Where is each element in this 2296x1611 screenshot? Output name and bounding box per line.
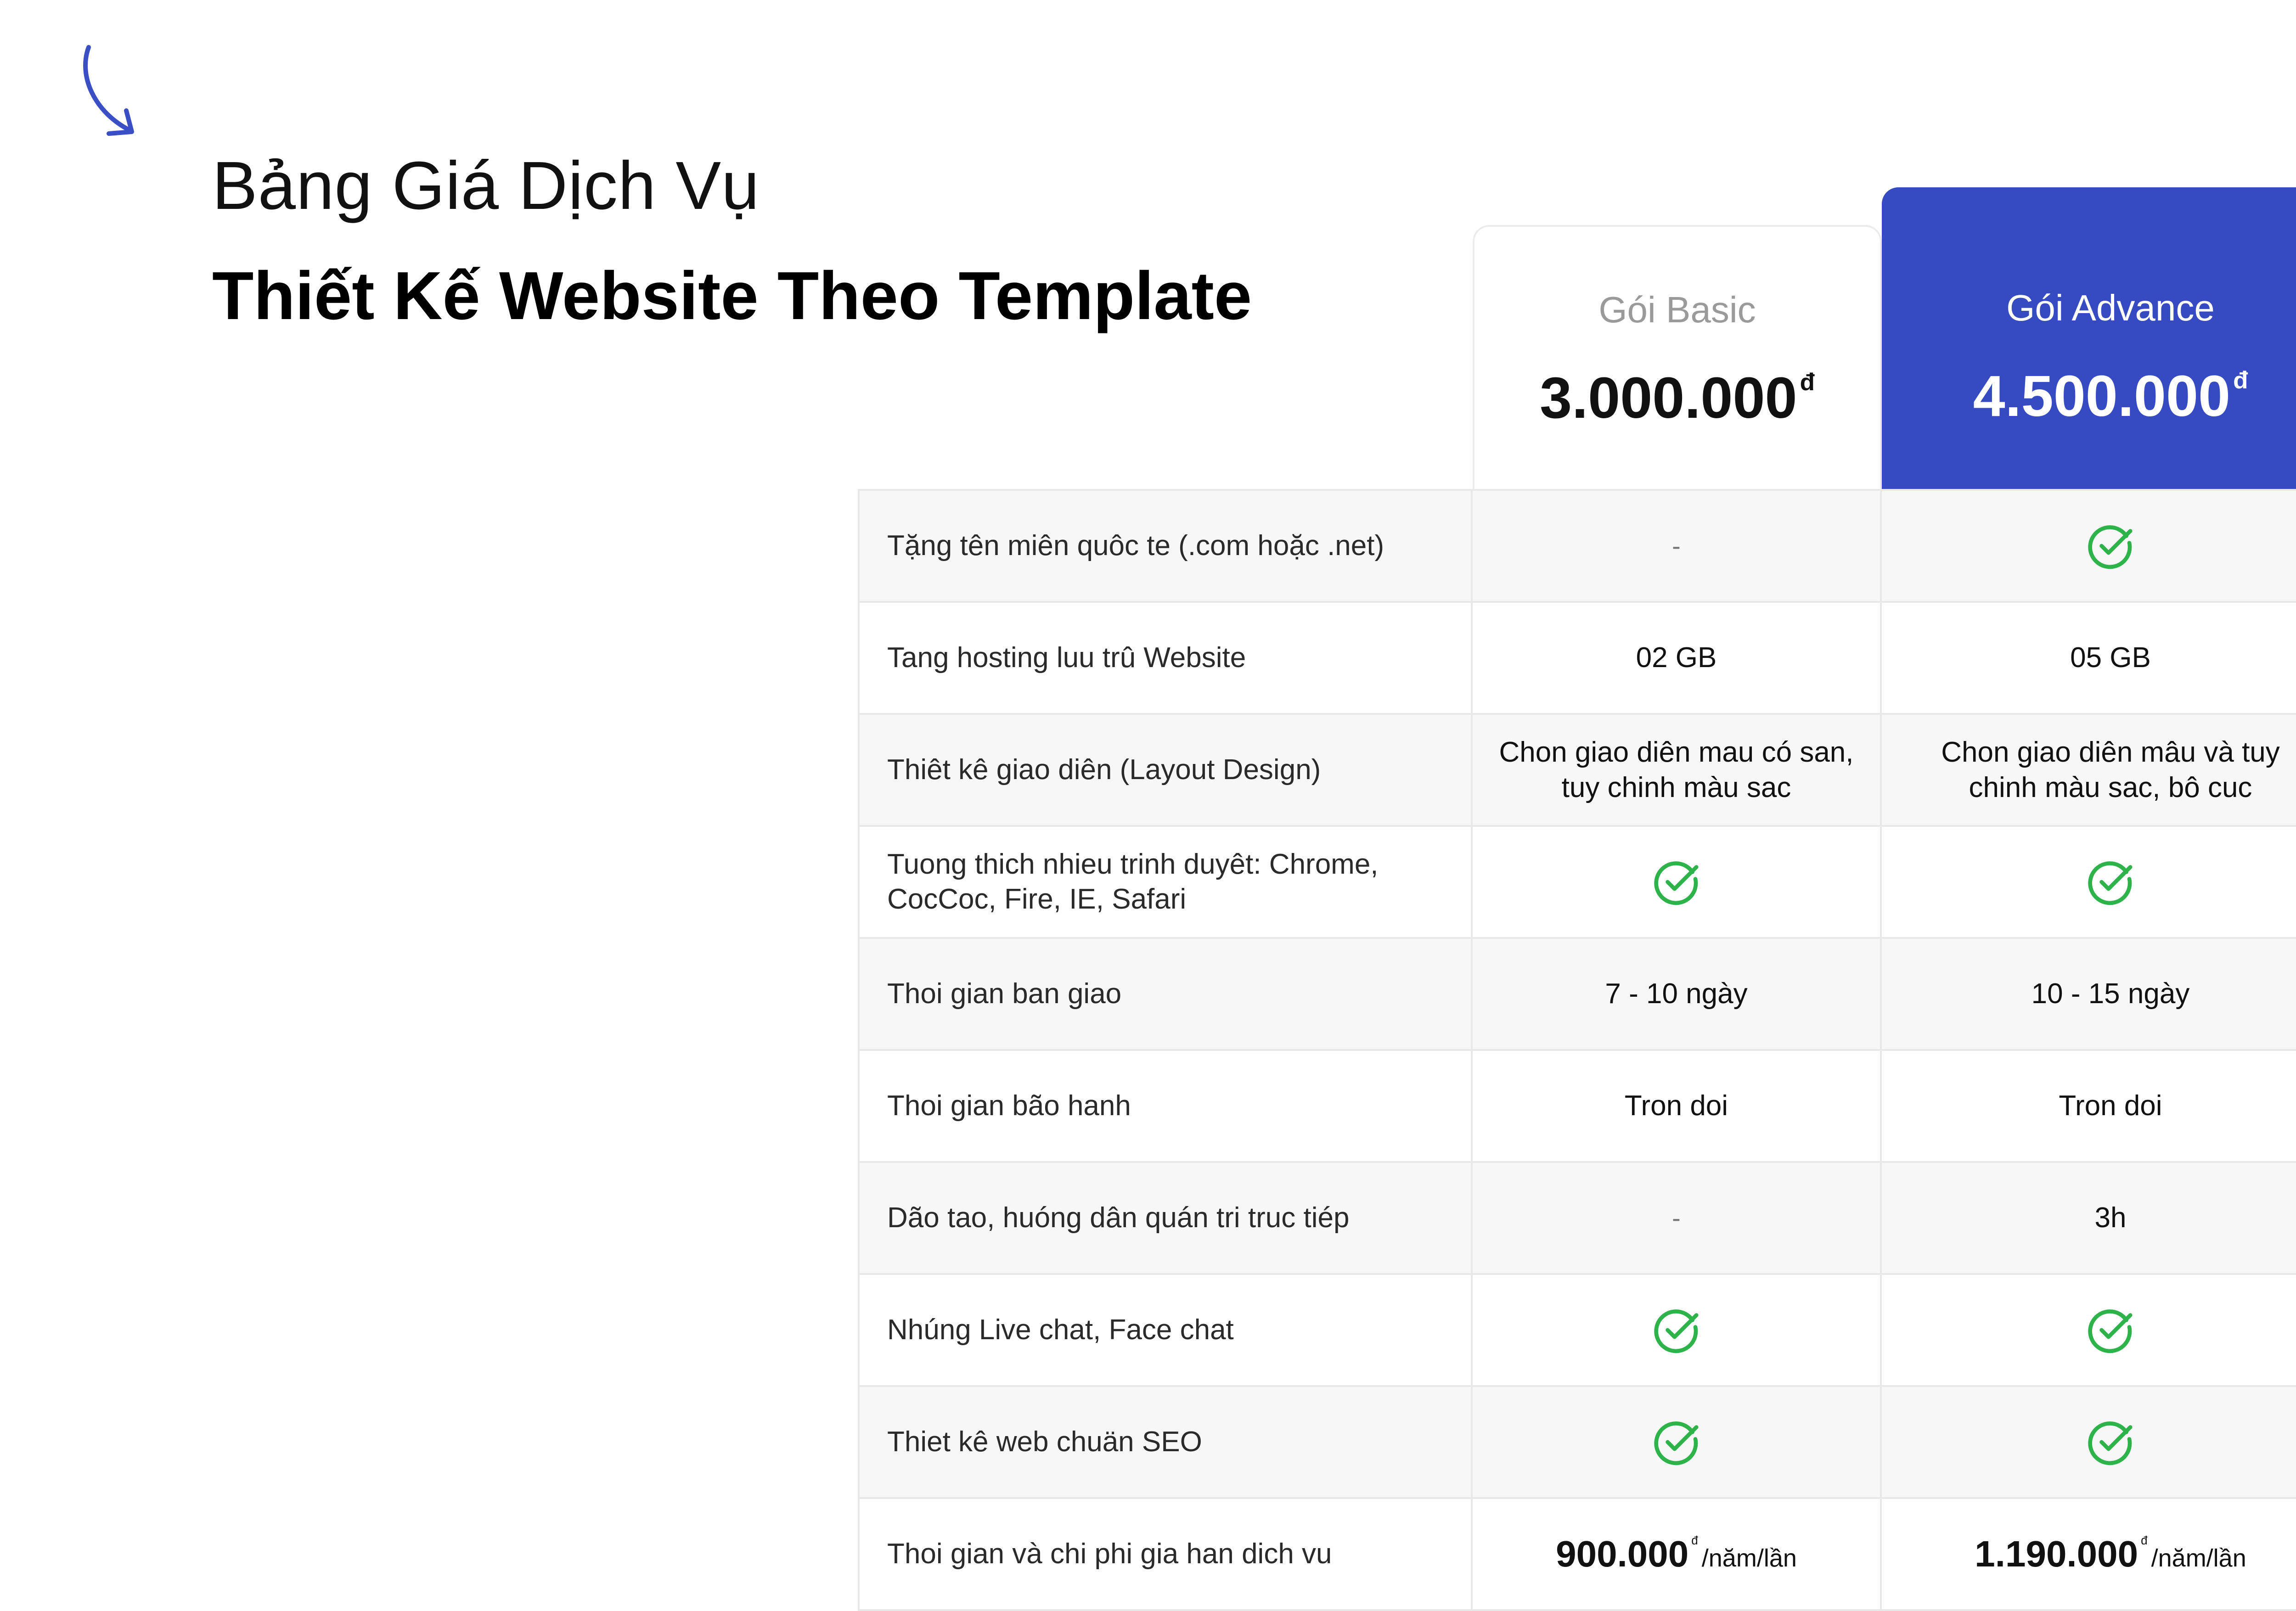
table-row: Tặng tên miên quôc te (.com hoặc .net) - [860,491,2296,603]
check-icon [2088,1421,2133,1465]
page-title-line1: Bảng Giá Dịch Vụ [212,148,760,224]
feature-label: Nhúng Live chat, Face chat [860,1275,1473,1385]
advance-value [1882,827,2296,937]
basic-value: Tron doi [1473,1051,1882,1161]
check-icon [1654,861,1699,905]
basic-value: - [1473,1163,1882,1273]
check-icon [1654,1309,1699,1353]
basic-value: 7 - 10 ngày [1473,939,1882,1049]
check-icon [2088,525,2133,569]
check-icon [2088,1309,2133,1353]
advance-value: Chon giao diên mâu và tuy chinh màu sac,… [1941,736,2280,804]
plan-advance-name: Gói Advance [2006,287,2215,328]
advance-value [1882,491,2296,601]
advance-value [1882,1275,2296,1385]
advance-value [1882,1387,2296,1497]
table-row: Thoi gian và chi phi gia han dich vu 900… [860,1499,2296,1611]
table-row: Thiêt kê giao diên (Layout Design) Chon … [860,715,2296,827]
table-row: Dão tao, huóng dân quán tri truc tiép - … [860,1163,2296,1275]
plan-advance-price: 4.500.000 đ [1973,364,2248,428]
advance-value: 3h [2094,1202,2127,1234]
advance-value: 05 GB [2070,642,2151,674]
feature-label: Tang hosting luu trû Website [860,603,1473,713]
basic-value: - [1473,491,1882,601]
feature-label: Thoi gian ban giao [860,939,1473,1049]
plan-basic-header: Gói Basic 3.000.000 đ [1473,225,1882,489]
pricing-comparison-table: Tặng tên miên quôc te (.com hoặc .net) -… [858,489,2296,1611]
page-title-line2: Thiết Kế Website Theo Template [212,258,1252,334]
feature-label: Tặng tên miên quôc te (.com hoặc .net) [860,491,1473,601]
table-row: Nhúng Live chat, Face chat [860,1275,2296,1387]
table-row: Tang hosting luu trû Website 02 GB 05 GB [860,603,2296,715]
curved-arrow-icon [83,45,134,136]
plan-basic-name: Gói Basic [1598,289,1756,330]
advance-value: Tron doi [2059,1090,2162,1122]
basic-value [1473,1387,1882,1497]
check-icon [2088,861,2133,905]
table-row: Thiet kê web chuän SEO [860,1387,2296,1499]
table-row: Thoi gian bão hanh Tron doi Tron doi [860,1051,2296,1163]
basic-value [1473,827,1882,937]
plan-basic-price: 3.000.000 đ [1540,365,1815,430]
check-icon [1654,1421,1699,1465]
advance-value: 10 - 15 ngày [2031,978,2190,1010]
feature-label: Tuong thich nhieu trinh duyêt: Chrome, C… [860,827,1473,937]
plan-advance-header: Gói Advance 4.500.000 đ [1882,187,2296,489]
advance-renewal-price: 1.190.000 đ/năm/lần [1975,1533,2246,1574]
basic-value [1473,1275,1882,1385]
basic-value: Chon giao diên mau có san, tuy chinh màu… [1473,715,1882,825]
feature-label: Thiet kê web chuän SEO [860,1387,1473,1497]
table-row: Tuong thich nhieu trinh duyêt: Chrome, C… [860,827,2296,939]
basic-value: 02 GB [1473,603,1882,713]
feature-label: Thoi gian bão hanh [860,1051,1473,1161]
table-row: Thoi gian ban giao 7 - 10 ngày 10 - 15 n… [860,939,2296,1051]
feature-label: Dão tao, huóng dân quán tri truc tiép [860,1163,1473,1273]
feature-label: Thoi gian và chi phi gia han dich vu [860,1499,1473,1609]
feature-label: Thiêt kê giao diên (Layout Design) [860,715,1473,825]
basic-renewal-price: 900.000 đ/năm/lần [1473,1499,1882,1609]
